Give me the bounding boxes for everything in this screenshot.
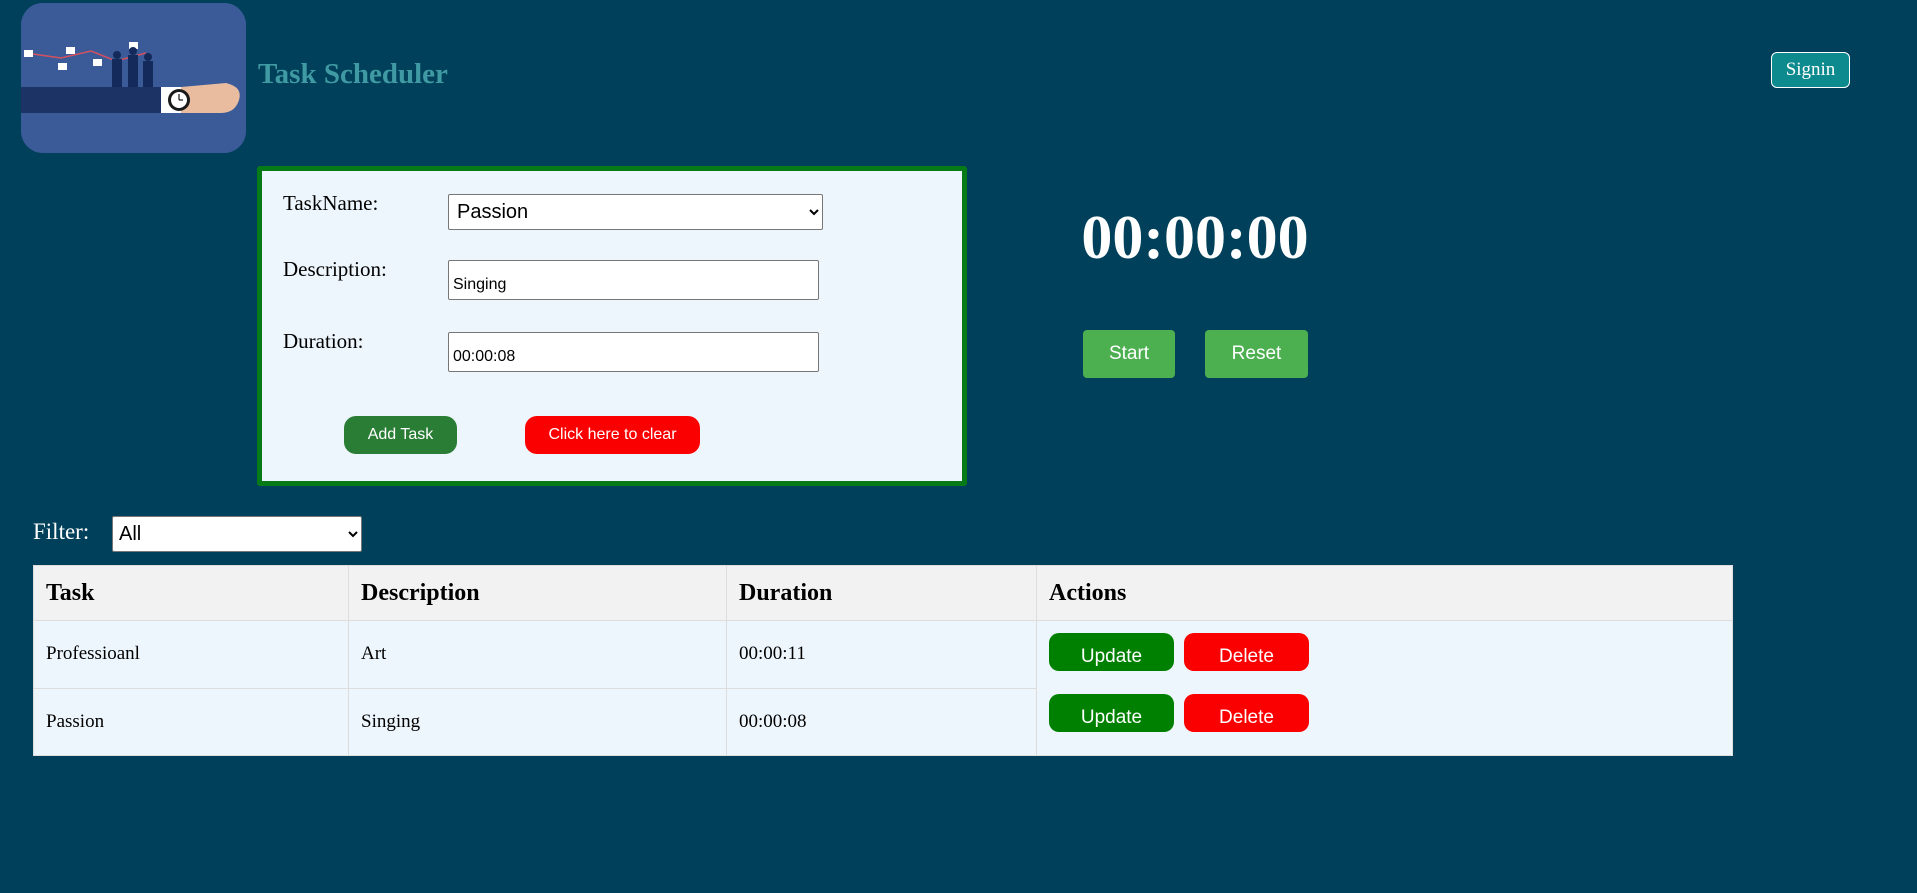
header-actions: Actions	[1036, 565, 1733, 621]
header-description: Description	[348, 565, 727, 621]
description-label: Description:	[283, 257, 387, 281]
add-task-button[interactable]: Add Task	[344, 416, 457, 454]
row-duration-cell: 00:00:08	[726, 687, 1037, 756]
update-button[interactable]: Update	[1049, 633, 1174, 671]
duration-label: Duration:	[283, 329, 364, 353]
task-name-label: TaskName:	[283, 191, 379, 215]
app-title: Task Scheduler	[258, 58, 448, 90]
header-task: Task	[33, 565, 349, 621]
task-table: Task Description Duration Actions Profes…	[33, 565, 1733, 756]
task-name-select[interactable]: Passion	[448, 194, 823, 230]
table-row: Professioanl Art 00:00:11 Update Delete U…	[33, 620, 1733, 756]
update-button[interactable]: Update	[1049, 694, 1174, 732]
clear-button[interactable]: Click here to clear	[525, 416, 700, 454]
description-input[interactable]	[448, 260, 819, 300]
delete-button[interactable]: Delete	[1184, 694, 1309, 732]
reset-button[interactable]: Reset	[1205, 330, 1308, 378]
header-duration: Duration	[726, 565, 1037, 621]
row-task-cell: Professioanl	[33, 620, 349, 689]
row-description-cell: Singing	[348, 687, 727, 756]
signin-button[interactable]: Signin	[1771, 52, 1850, 88]
row-actions-cell: Update Delete Update Delete	[1036, 620, 1733, 756]
delete-button[interactable]: Delete	[1184, 633, 1309, 671]
timer-display: 00:00:00	[1081, 204, 1309, 272]
row-task-cell: Passion	[33, 687, 349, 756]
start-button[interactable]: Start	[1083, 330, 1175, 378]
row-duration-cell: 00:00:11	[726, 620, 1037, 689]
duration-input[interactable]	[448, 332, 819, 372]
row-actions-group: Update Delete	[1049, 633, 1720, 694]
task-scheduler-logo-icon	[21, 3, 246, 153]
row-description-cell: Art	[348, 620, 727, 689]
task-form: TaskName: Passion Description: Duration:…	[257, 166, 967, 486]
filter-select[interactable]: All	[112, 516, 362, 552]
row-actions-group: Update Delete	[1049, 694, 1720, 755]
table-header-row: Task Description Duration Actions	[33, 565, 1733, 621]
filter-label: Filter:	[33, 519, 90, 544]
